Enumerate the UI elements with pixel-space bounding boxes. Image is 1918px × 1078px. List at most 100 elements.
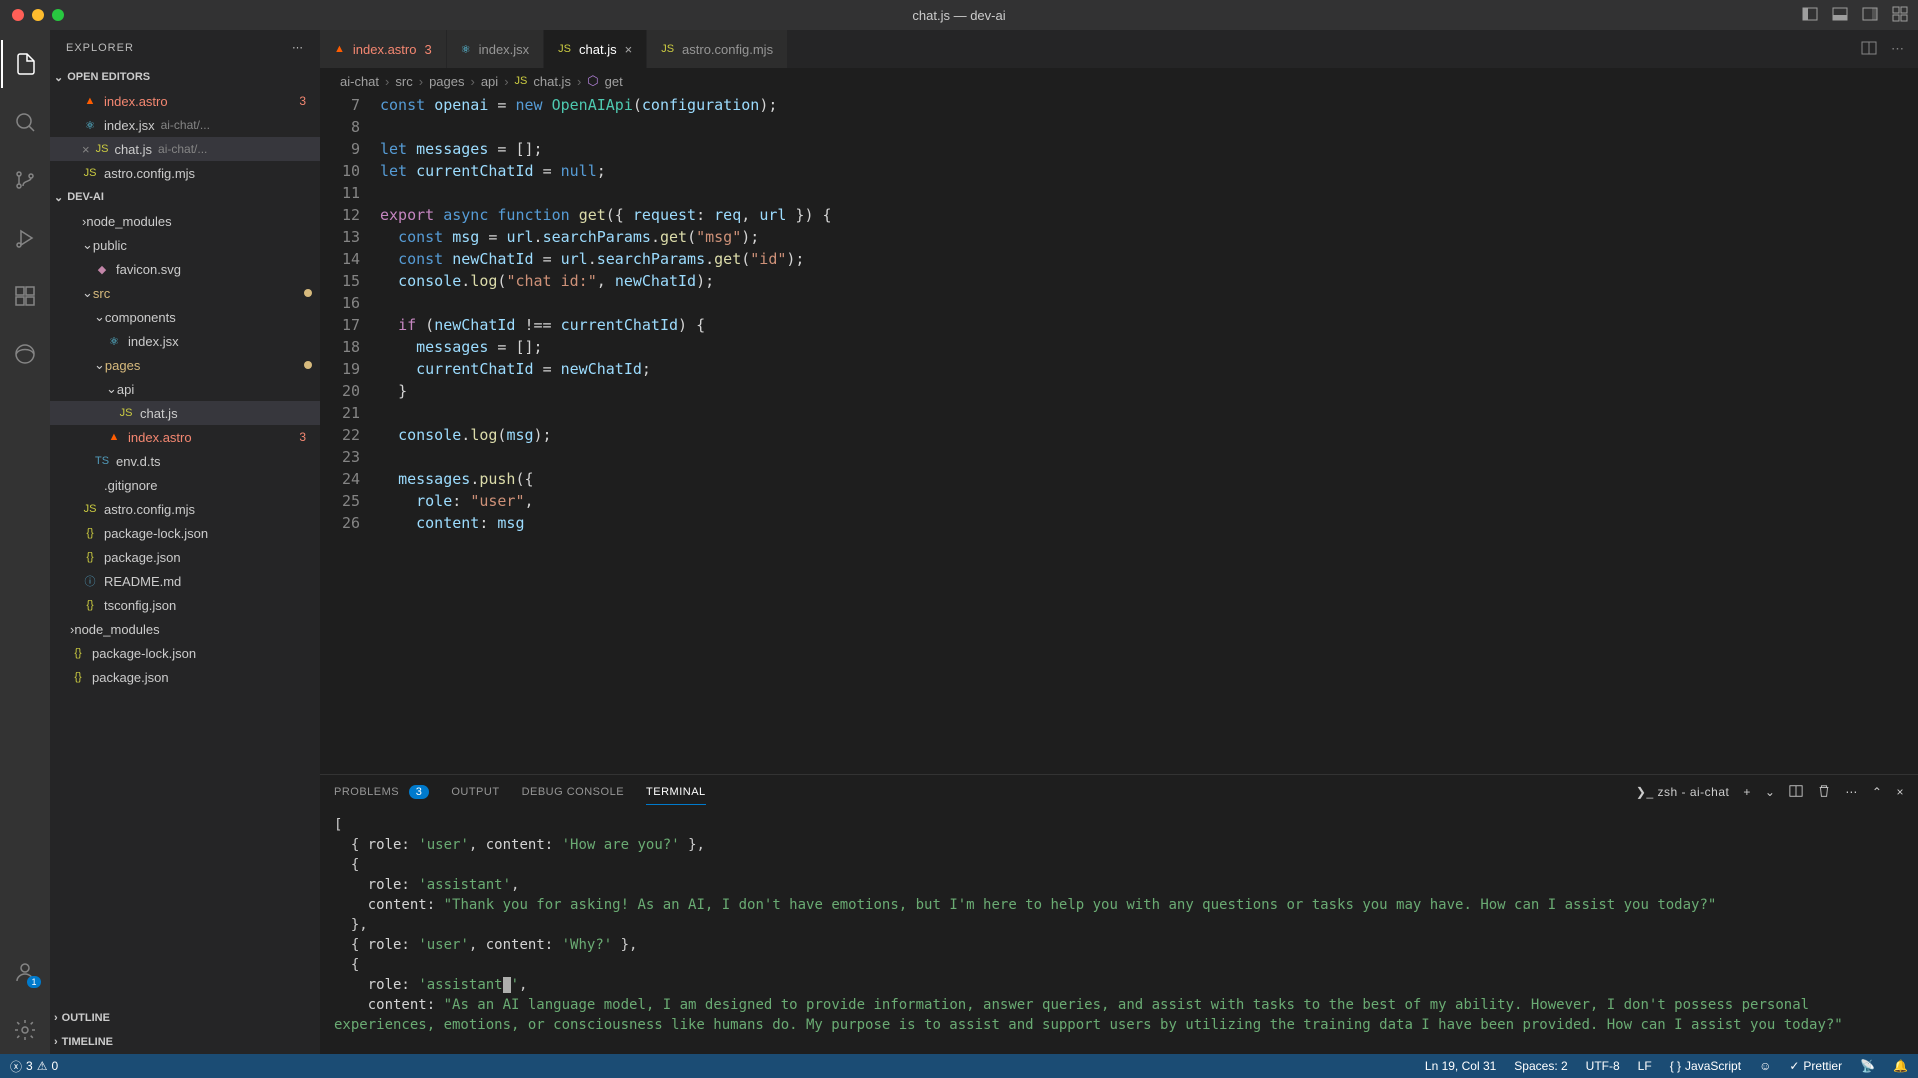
search-activity[interactable] bbox=[1, 98, 49, 146]
editor-area: ▲ index.astro 3 ⚛ index.jsx JS chat.js ×… bbox=[320, 30, 1918, 1054]
minimize-window-button[interactable] bbox=[32, 9, 44, 21]
timeline-section[interactable]: › TIMELINE bbox=[50, 1030, 320, 1054]
item-label: src bbox=[93, 286, 110, 301]
tab-chat-js[interactable]: JS chat.js × bbox=[544, 30, 647, 68]
tab-astro-config[interactable]: JS astro.config.mjs bbox=[647, 30, 788, 68]
open-editor-item[interactable]: JS astro.config.mjs bbox=[50, 161, 320, 185]
edge-activity[interactable] bbox=[1, 330, 49, 378]
feedback-icon[interactable]: ☺ bbox=[1759, 1059, 1771, 1073]
item-label: package.json bbox=[92, 670, 169, 685]
file-item[interactable]: {} package.json bbox=[50, 665, 320, 689]
file-item[interactable]: {} package.json bbox=[50, 545, 320, 569]
new-terminal-icon[interactable]: + bbox=[1743, 785, 1751, 799]
symbol-icon: ⬡ bbox=[587, 73, 598, 89]
file-icon: ⚛ bbox=[106, 335, 122, 348]
layout-panel-icon[interactable] bbox=[1832, 6, 1848, 25]
item-label: index.astro bbox=[128, 430, 192, 445]
file-item[interactable]: JSastro.config.mjs bbox=[50, 497, 320, 521]
debug-console-tab[interactable]: DEBUG CONSOLE bbox=[522, 780, 624, 804]
chevron-down-icon: ⌄ bbox=[54, 191, 63, 204]
file-item[interactable]: {}package-lock.json bbox=[50, 641, 320, 665]
folder-item[interactable]: ⌄api bbox=[50, 377, 320, 401]
folder-item[interactable]: ›node_modules bbox=[50, 209, 320, 233]
chevron-up-icon[interactable]: ⌃ bbox=[1872, 785, 1883, 799]
layout-sidebar-right-icon[interactable] bbox=[1862, 6, 1878, 25]
debug-activity[interactable] bbox=[1, 214, 49, 262]
live-icon[interactable]: 📡 bbox=[1860, 1059, 1875, 1073]
tab-index-astro[interactable]: ▲ index.astro 3 bbox=[320, 30, 447, 68]
file-icon: {} bbox=[70, 647, 86, 659]
settings-activity[interactable] bbox=[1, 1006, 49, 1054]
item-label: env.d.ts bbox=[116, 454, 161, 469]
item-label: package-lock.json bbox=[104, 526, 208, 541]
file-item[interactable]: {} package-lock.json bbox=[50, 521, 320, 545]
terminal-output[interactable]: [ { role: 'user', content: 'How are you?… bbox=[320, 809, 1918, 1054]
cursor-position[interactable]: Ln 19, Col 31 bbox=[1425, 1059, 1496, 1073]
item-label: node_modules bbox=[86, 214, 171, 229]
file-item[interactable]: JSchat.js bbox=[50, 401, 320, 425]
tab-index-jsx[interactable]: ⚛ index.jsx bbox=[447, 30, 544, 68]
layout-sidebar-left-icon[interactable] bbox=[1802, 6, 1818, 25]
file-item[interactable]: ▲index.astro3 bbox=[50, 425, 320, 449]
file-item[interactable]: ⓘREADME.md bbox=[50, 569, 320, 593]
folder-item[interactable]: ⌄public bbox=[50, 233, 320, 257]
folder-item[interactable]: ›node_modules bbox=[50, 617, 320, 641]
js-icon: JS bbox=[661, 43, 674, 55]
prettier-status[interactable]: ✓ Prettier bbox=[1789, 1059, 1842, 1073]
output-tab[interactable]: OUTPUT bbox=[451, 780, 499, 804]
eol-status[interactable]: LF bbox=[1638, 1059, 1652, 1073]
explorer-activity[interactable] bbox=[1, 40, 49, 88]
terminal-tab[interactable]: TERMINAL bbox=[646, 780, 706, 805]
window-title: chat.js — dev-ai bbox=[912, 8, 1005, 23]
language-status[interactable]: { } JavaScript bbox=[1670, 1059, 1741, 1073]
close-icon[interactable]: × bbox=[1896, 785, 1904, 799]
code-editor[interactable]: 7891011121314151617181920212223242526 co… bbox=[320, 94, 1918, 774]
split-terminal-icon[interactable] bbox=[1789, 784, 1803, 801]
file-item[interactable]: ◆favicon.svg bbox=[50, 257, 320, 281]
folder-item[interactable]: ⌄pages bbox=[50, 353, 320, 377]
code-content[interactable]: const openai = new OpenAIApi(configurati… bbox=[380, 94, 1918, 774]
maximize-window-button[interactable] bbox=[52, 9, 64, 21]
open-editors-section[interactable]: ⌄ OPEN EDITORS bbox=[50, 65, 320, 89]
open-editor-item[interactable]: ▲ index.astro 3 bbox=[50, 89, 320, 113]
file-item[interactable]: TSenv.d.ts bbox=[50, 449, 320, 473]
more-icon[interactable]: ⋯ bbox=[1891, 41, 1904, 57]
file-icon: {} bbox=[82, 551, 98, 563]
item-label: package.json bbox=[104, 550, 181, 565]
close-icon[interactable]: × bbox=[82, 142, 90, 157]
panel-tabs: PROBLEMS 3 OUTPUT DEBUG CONSOLE TERMINAL… bbox=[320, 775, 1918, 809]
file-icon: {} bbox=[82, 527, 98, 539]
project-section[interactable]: ⌄ DEV-AI bbox=[50, 185, 320, 209]
close-icon[interactable]: × bbox=[625, 42, 633, 57]
file-item[interactable]: {}tsconfig.json bbox=[50, 593, 320, 617]
more-icon[interactable]: ⋯ bbox=[1845, 785, 1858, 799]
close-window-button[interactable] bbox=[12, 9, 24, 21]
errors-status[interactable]: ⓧ3 ⚠0 bbox=[10, 1058, 58, 1075]
chevron-down-icon: ⌄ bbox=[94, 309, 105, 325]
folder-item[interactable]: ⌄src bbox=[50, 281, 320, 305]
source-control-activity[interactable] bbox=[1, 156, 49, 204]
accounts-activity[interactable]: 1 bbox=[1, 948, 49, 996]
bell-icon[interactable]: 🔔 bbox=[1893, 1059, 1908, 1073]
outline-section[interactable]: › OUTLINE bbox=[50, 1006, 320, 1030]
encoding-status[interactable]: UTF-8 bbox=[1586, 1059, 1620, 1073]
error-icon: ⓧ bbox=[10, 1058, 22, 1075]
problems-tab[interactable]: PROBLEMS 3 bbox=[334, 780, 429, 804]
indentation-status[interactable]: Spaces: 2 bbox=[1514, 1059, 1567, 1073]
extensions-activity[interactable] bbox=[1, 272, 49, 320]
jsx-icon: ⚛ bbox=[82, 119, 98, 132]
item-label: .gitignore bbox=[104, 478, 157, 493]
file-item[interactable]: .gitignore bbox=[50, 473, 320, 497]
file-item[interactable]: ⚛index.jsx bbox=[50, 329, 320, 353]
file-icon: {} bbox=[70, 671, 86, 683]
terminal-shell-label[interactable]: ❯_ zsh - ai-chat bbox=[1636, 785, 1729, 799]
open-editor-item[interactable]: ⚛ index.jsx ai-chat/... bbox=[50, 113, 320, 137]
folder-item[interactable]: ⌄components bbox=[50, 305, 320, 329]
trash-icon[interactable] bbox=[1817, 784, 1831, 801]
customize-layout-icon[interactable] bbox=[1892, 6, 1908, 25]
chevron-down-icon[interactable]: ⌄ bbox=[1765, 785, 1776, 799]
breadcrumb[interactable]: ai-chat› src› pages› api› JS chat.js› ⬡ … bbox=[320, 68, 1918, 94]
split-editor-icon[interactable] bbox=[1861, 40, 1877, 59]
more-icon[interactable]: ⋯ bbox=[292, 41, 304, 54]
open-editor-item[interactable]: × JS chat.js ai-chat/... bbox=[50, 137, 320, 161]
